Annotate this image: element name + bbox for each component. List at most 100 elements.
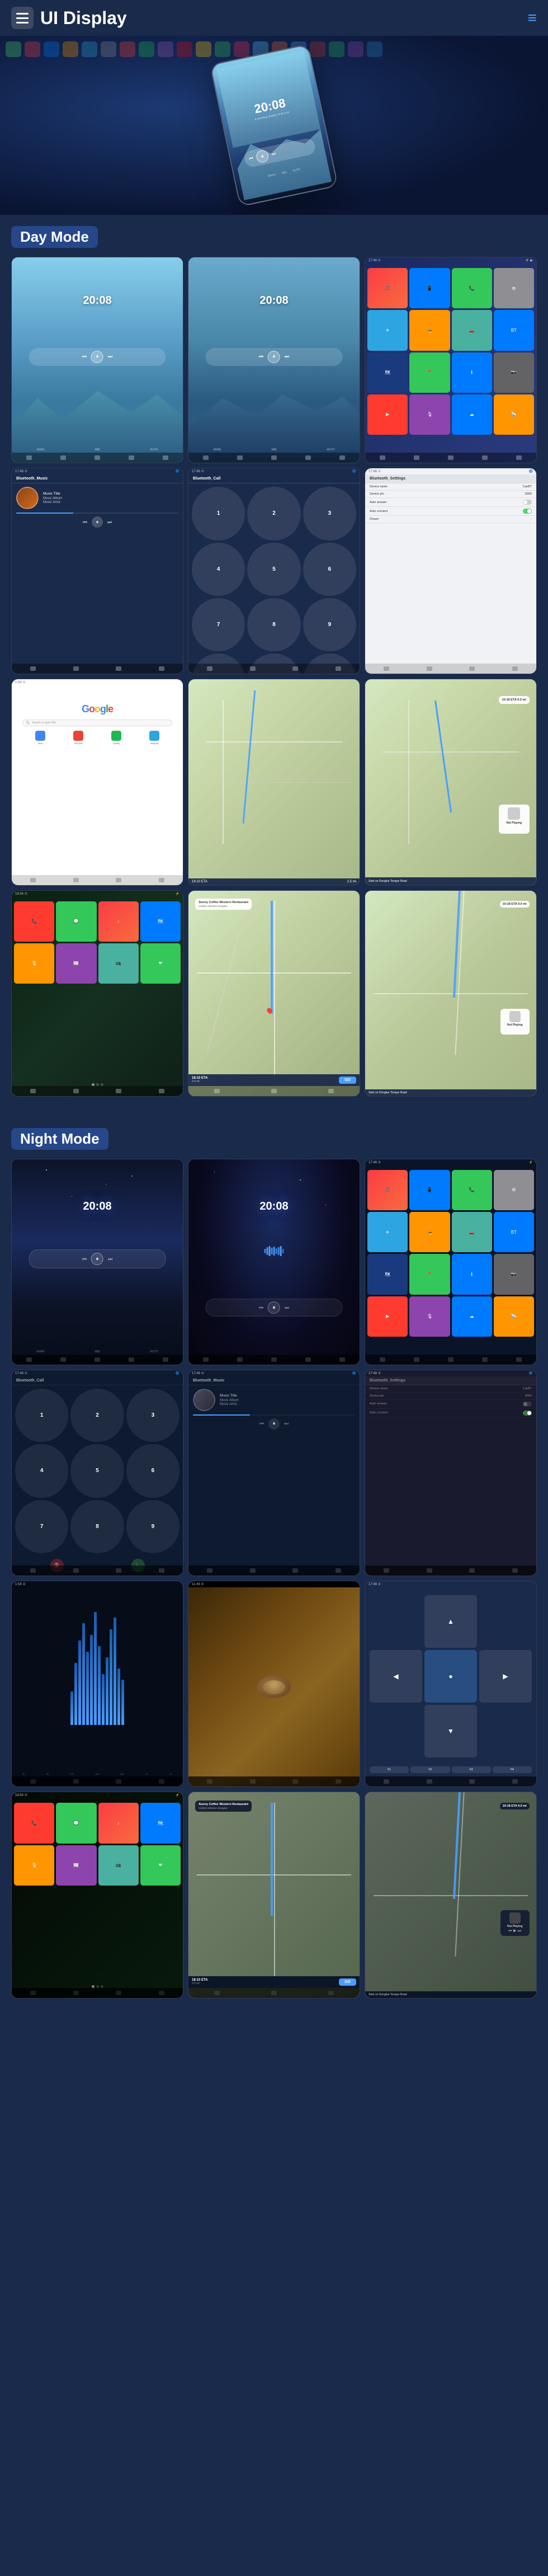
hamburger-icon[interactable]	[11, 7, 34, 29]
night-numpad-8[interactable]: 8	[70, 1500, 124, 1553]
numpad-6[interactable]: 6	[303, 543, 356, 596]
app-8[interactable]: 📷	[494, 352, 534, 393]
night-app-settings[interactable]: ⚙	[494, 1170, 534, 1210]
app-11[interactable]: ☁	[452, 394, 492, 435]
night-apple-health[interactable]: ❤	[140, 1845, 181, 1886]
night-apple-phone[interactable]: 📞	[14, 1803, 54, 1843]
night-app-6[interactable]: 📍	[409, 1254, 450, 1294]
night-app-4[interactable]: 🚗	[452, 1212, 492, 1252]
app-msg[interactable]: 💬	[56, 901, 96, 942]
app-7[interactable]: ℹ	[452, 352, 492, 393]
night-apple-msg[interactable]: 💬	[56, 1803, 96, 1843]
app-settings[interactable]: ⚙	[494, 268, 534, 308]
night-app-11[interactable]: ☁	[452, 1296, 492, 1337]
night-numpad-1[interactable]: 1	[15, 1389, 68, 1442]
app-5[interactable]: 🗺	[367, 352, 408, 393]
night-app-8[interactable]: 📷	[494, 1254, 534, 1294]
night-numpad-6[interactable]: 6	[126, 1444, 179, 1497]
nav-down[interactable]: ▼	[424, 1705, 477, 1757]
night-app-music[interactable]: 🎵	[367, 1170, 408, 1210]
screen-bt-call-day: 17:46 ① 🔵 Bluetooth_Call 1 2 3 4 5 6 7 8…	[188, 468, 360, 674]
app-news[interactable]: 📰	[56, 943, 96, 984]
night-apple-tv[interactable]: 📺	[98, 1845, 139, 1886]
app-2[interactable]: 📞	[452, 268, 492, 308]
night-numpad-5[interactable]: 5	[70, 1444, 124, 1497]
func-btn-4[interactable]: F4	[493, 1766, 532, 1773]
night-numpad-4[interactable]: 4	[15, 1444, 68, 1497]
app-telegram[interactable]: ✈	[367, 310, 408, 350]
night-screenshots-row4: 18:54 ① ⚡ 📞 💬 ♪ 🗺 🎙 📰 📺 ❤	[11, 1792, 537, 1998]
screen-home-night-1: 1:54 ① ▲ ◀ ▶ 20:08 ⏮ ⏸	[11, 1159, 183, 1365]
hero-section: 20:08 A stunning display of all your ⏮ ⏸…	[0, 36, 548, 215]
nav-go-btn[interactable]: GO	[339, 1077, 356, 1084]
time-display-2: 20:08	[259, 294, 288, 307]
night-app-3[interactable]: 📻	[409, 1212, 450, 1252]
app-4[interactable]: 🚗	[452, 310, 492, 350]
app-phone[interactable]: 📞	[14, 901, 54, 942]
night-screenshots-row1: 1:54 ① ▲ ◀ ▶ 20:08 ⏮ ⏸	[11, 1159, 537, 1365]
nav-up[interactable]: ▲	[424, 1595, 477, 1648]
night-numpad-9[interactable]: 9	[126, 1500, 179, 1553]
music-album: Music Album	[43, 497, 178, 500]
night-numpad-2[interactable]: 2	[70, 1389, 124, 1442]
night-app-telegram[interactable]: ✈	[367, 1212, 408, 1252]
settings-flower[interactable]: Flower ›	[365, 516, 536, 523]
app-bt[interactable]: BT	[494, 310, 534, 350]
night-apple-pod[interactable]: 🎙	[14, 1845, 54, 1886]
nav-left[interactable]: ◀	[370, 1650, 422, 1703]
numpad-3[interactable]: 3	[303, 487, 356, 540]
app-pod[interactable]: 🎙	[14, 943, 54, 984]
night-apple-music[interactable]: ♪	[98, 1803, 139, 1843]
night-bt-settings-header: Bluetooth_Settings	[365, 1376, 536, 1385]
app-9[interactable]: ▶	[367, 394, 408, 435]
night-app-1[interactable]: 📱	[409, 1170, 450, 1210]
app-10[interactable]: 🎙	[409, 394, 450, 435]
auto-connect-toggle[interactable]	[523, 509, 532, 514]
nav-right[interactable]: ▶	[479, 1650, 532, 1703]
night-app-2[interactable]: 📞	[452, 1170, 492, 1210]
numpad-8[interactable]: 8	[247, 598, 300, 651]
dots-menu-icon[interactable]: ≡	[528, 9, 537, 27]
numpad-2[interactable]: 2	[247, 487, 300, 540]
app-music[interactable]: 🎵	[367, 268, 408, 308]
app-tv[interactable]: 📺	[98, 943, 139, 984]
night-apple-maps[interactable]: 🗺	[140, 1803, 181, 1843]
night-app-9[interactable]: ▶	[367, 1296, 408, 1337]
numpad-5[interactable]: 5	[247, 543, 300, 596]
app-1[interactable]: 📱	[409, 268, 450, 308]
google-search-bar[interactable]: 🔍 Search or type URL	[22, 720, 172, 726]
app-health[interactable]: ❤	[140, 943, 181, 984]
numpad-4[interactable]: 4	[192, 543, 245, 596]
night-app-7[interactable]: ℹ	[452, 1254, 492, 1294]
day-screenshots-row1: 1:54 ① ▲ ▼ ◀ ▶ 20:08 ⏮ ⏸ ⏭	[11, 257, 537, 463]
night-go-btn[interactable]: GO	[339, 1978, 356, 1986]
night-apple-news[interactable]: 📰	[56, 1845, 96, 1886]
numpad-1[interactable]: 1	[192, 487, 245, 540]
app-music2[interactable]: ♪	[98, 901, 139, 942]
app-3[interactable]: 📻	[409, 310, 450, 350]
app-12[interactable]: 📡	[494, 394, 534, 435]
night-app-12[interactable]: 📡	[494, 1296, 534, 1337]
night-numpad-3[interactable]: 3	[126, 1389, 179, 1442]
night-bt-music-header: Bluetooth_Music	[188, 1376, 360, 1385]
numpad-9[interactable]: 9	[303, 598, 356, 651]
night-numpad-7[interactable]: 7	[15, 1500, 68, 1553]
func-btn-3[interactable]: F3	[452, 1766, 491, 1773]
screen-apple-apps-day: 18:54 ① ⚡ 📞 💬 ♪ 🗺 🎙 📰 📺 ❤	[11, 890, 183, 1097]
music-title: Music Title	[43, 492, 178, 496]
settings-auto-connect[interactable]: Auto connect	[365, 507, 536, 516]
app-6[interactable]: 📍	[409, 352, 450, 393]
auto-answer-toggle[interactable]	[523, 500, 532, 505]
night-app-10[interactable]: 🎙	[409, 1296, 450, 1337]
night-app-5[interactable]: 🗺	[367, 1254, 408, 1294]
screen-nav-arrows-night: 17:48 ① ▲ ◀ ● ▶ ▼ F1	[365, 1581, 537, 1787]
day-screenshots-row2: 17:46 ① 🔵 Bluetooth_Music Music Title Mu…	[11, 468, 537, 674]
func-btn-2[interactable]: F2	[410, 1766, 450, 1773]
screen-gps-night: 10:18 ETA 9.0 mi Not Playing ⏮ ▶ ⏭ Start…	[365, 1792, 537, 1998]
settings-auto-answer[interactable]: Auto answer	[365, 498, 536, 507]
night-app-bt[interactable]: BT	[494, 1212, 534, 1252]
nav-center[interactable]: ●	[424, 1650, 477, 1703]
func-btn-1[interactable]: F1	[370, 1766, 409, 1773]
app-maps[interactable]: 🗺	[140, 901, 181, 942]
numpad-7[interactable]: 7	[192, 598, 245, 651]
